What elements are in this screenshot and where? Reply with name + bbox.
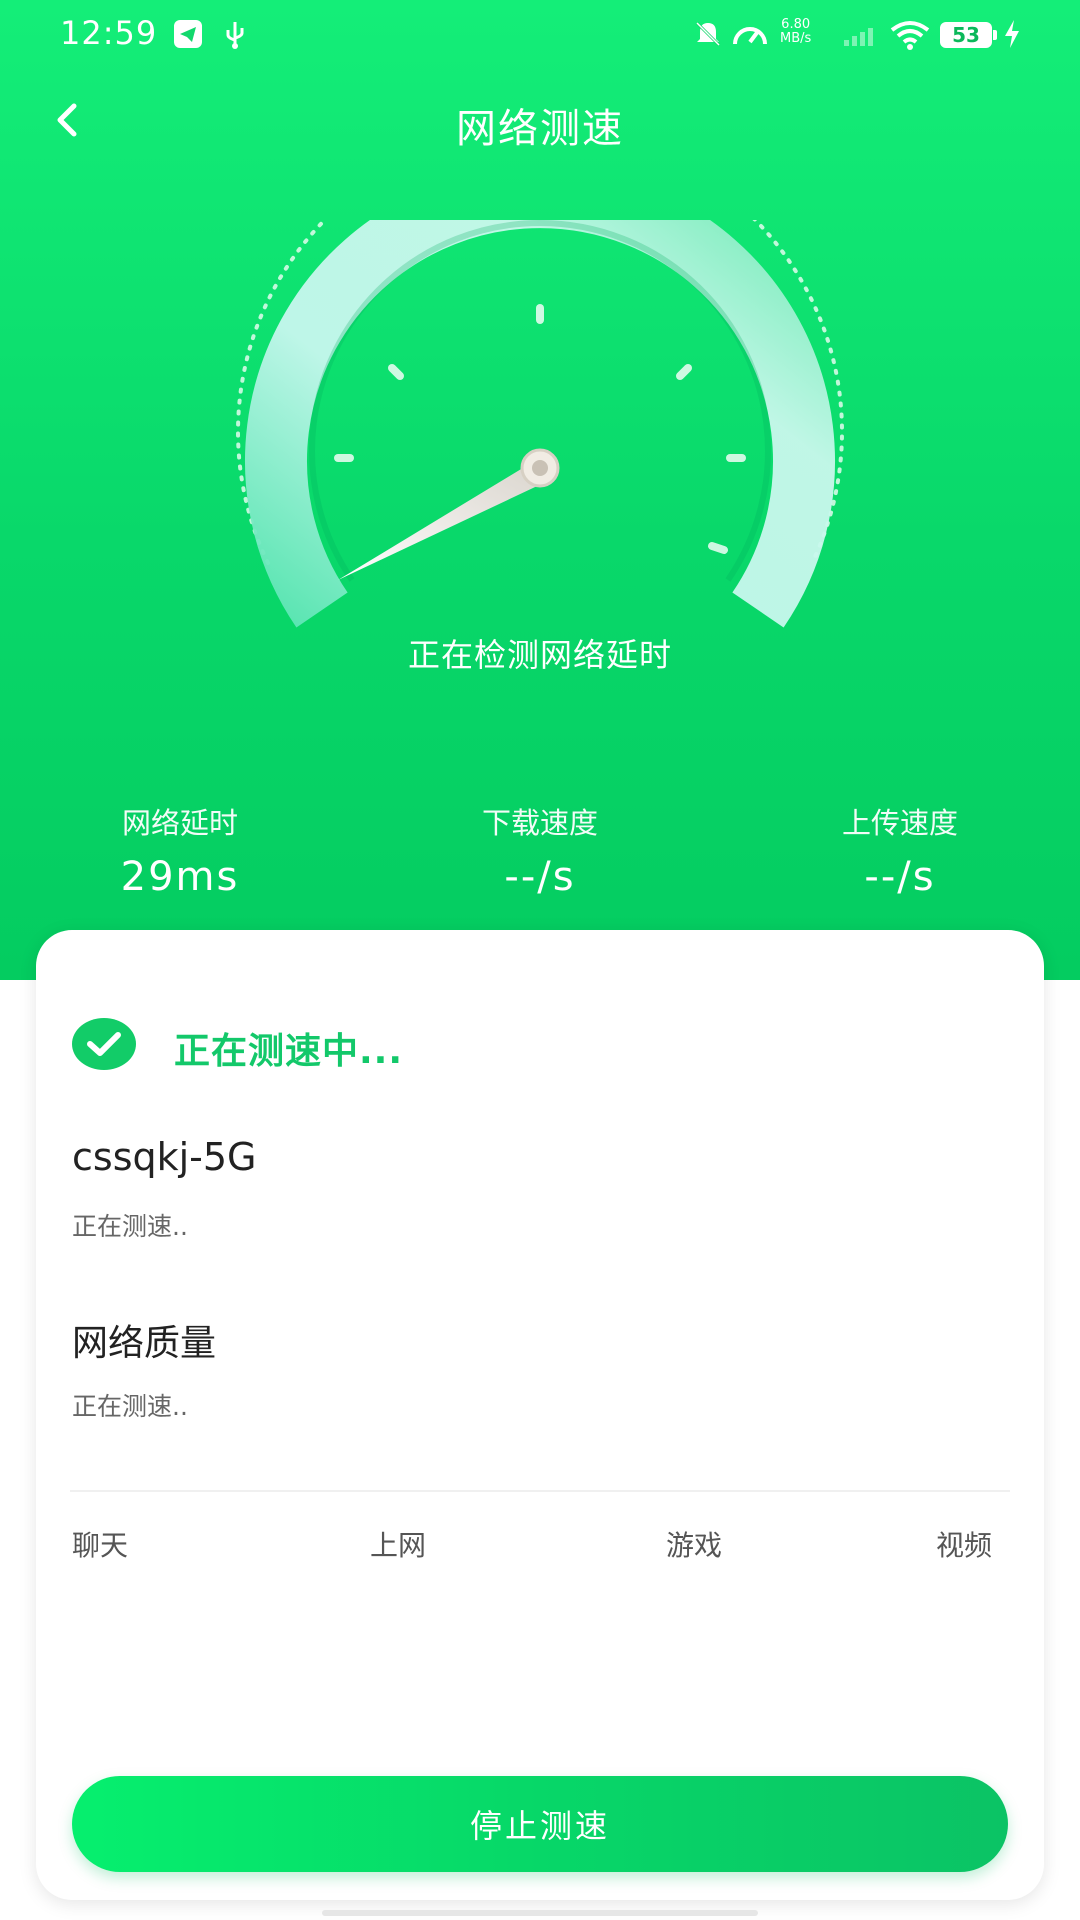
signal-icon — [844, 28, 873, 46]
home-indicator[interactable] — [322, 1910, 758, 1916]
result-card: 正在测速中... cssqkj-5G 正在测速.. 网络质量 正在测速.. 聊天… — [36, 930, 1044, 1900]
page-title: 网络测速 — [456, 106, 624, 152]
battery-indicator: 53 — [940, 22, 997, 48]
quality-title: 网络质量 — [72, 1323, 217, 1364]
category-video: 视频 — [936, 1529, 993, 1562]
speed-gauge — [236, 220, 844, 628]
stat-label: 上传速度 — [841, 806, 958, 840]
ssid-status: 正在测速.. — [72, 1212, 188, 1241]
divider — [70, 1490, 1010, 1492]
stop-test-button[interactable]: 停止测速 — [72, 1776, 1008, 1872]
stat-label: 下载速度 — [481, 806, 598, 840]
mute-bell-icon — [695, 21, 721, 47]
gauge-status-text: 正在检测网络延时 — [407, 636, 672, 674]
wifi-ssid: cssqkj-5G — [72, 1135, 257, 1179]
speedometer-icon — [733, 27, 767, 45]
stat-value: 29ms — [120, 854, 240, 900]
speed-test-screen: 12:59 6.80 MB/s 53 网络测速 正在检测网络延时 网络延时 29… — [0, 0, 1080, 1920]
check-circle-icon — [72, 1018, 136, 1070]
net-speed-unit: MB/s — [780, 31, 812, 46]
gauge-needle — [338, 448, 560, 580]
stat-latency: 网络延时 29ms — [30, 800, 330, 900]
stat-download: 下载速度 --/s — [390, 800, 690, 900]
stat-label: 网络延时 — [121, 806, 238, 840]
category-game: 游戏 — [666, 1529, 723, 1562]
stat-upload: 上传速度 --/s — [750, 800, 1050, 900]
category-chat: 聊天 — [72, 1529, 129, 1562]
telegram-icon — [174, 20, 202, 48]
net-speed-value: 6.80 — [781, 17, 811, 32]
progress-title: 正在测速中... — [174, 1031, 404, 1072]
stats-row: 网络延时 29ms 下载速度 --/s 上传速度 --/s — [0, 800, 1080, 910]
stat-value: --/s — [504, 854, 576, 900]
status-bar: 12:59 6.80 MB/s 53 — [0, 0, 1080, 70]
charging-icon — [1005, 20, 1019, 48]
net-speed-indicator: 6.80 MB/s — [780, 18, 811, 46]
wifi-icon — [890, 21, 930, 50]
stat-value: --/s — [864, 854, 936, 900]
quality-status: 正在测速.. — [72, 1392, 188, 1421]
gauge-ticks — [334, 304, 746, 554]
status-time: 12:59 — [60, 14, 158, 52]
usb-icon — [226, 22, 244, 49]
category-browse: 上网 — [370, 1529, 427, 1562]
